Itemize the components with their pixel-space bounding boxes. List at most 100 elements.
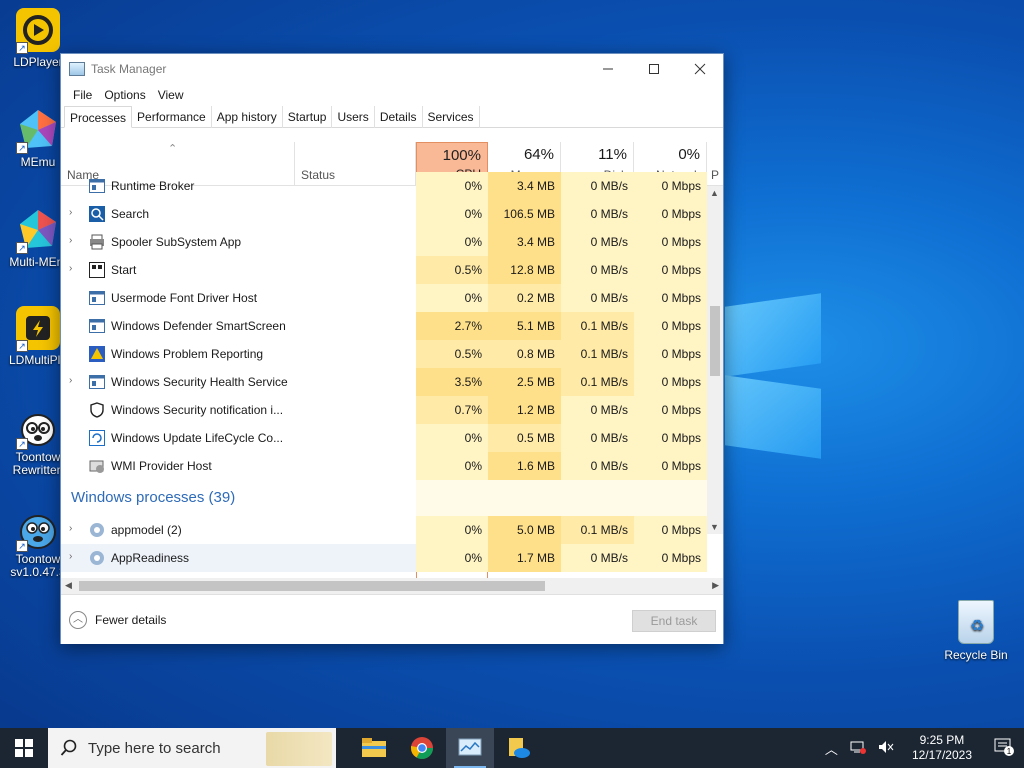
memory-value: 1.2 MB xyxy=(488,396,561,424)
horizontal-scrollbar[interactable]: ◀ ▶ xyxy=(61,578,723,594)
fewer-details-button[interactable]: ︿ Fewer details xyxy=(69,611,166,629)
table-row[interactable]: › Spooler SubSystem App 0% 3.4 MB 0 MB/s 0 Mb… xyxy=(61,228,707,256)
menu-file[interactable]: File xyxy=(67,88,98,102)
window-footer: ︿ Fewer details End task xyxy=(61,594,723,644)
table-row[interactable]: › Search 0% 106.5 MB 0 MB/s 0 Mbps xyxy=(61,200,707,228)
table-row[interactable]: Windows Update LifeCycle Co... 0% 0.5 MB 0 … xyxy=(61,424,707,452)
taskbar-task-manager[interactable] xyxy=(446,728,494,768)
file-cloud-icon xyxy=(509,738,530,758)
group-header-row[interactable]: Windows processes (39) xyxy=(61,480,707,516)
ldplayer-icon: ↗ xyxy=(16,8,60,54)
taskbar-chrome[interactable] xyxy=(398,728,446,768)
shortcut-arrow-icon: ↗ xyxy=(16,340,28,352)
desktop-icon-recycle-bin[interactable]: ♻ Recycle Bin xyxy=(944,600,1008,662)
close-button[interactable] xyxy=(677,54,723,84)
tab-app-history[interactable]: App history xyxy=(212,106,283,128)
task-manager-icon xyxy=(69,62,85,76)
disk-total-percent: 11% xyxy=(598,146,627,163)
table-row[interactable]: › Windows Security Health Service 3.5% 2.5 … xyxy=(61,368,707,396)
taskbar-file-explorer[interactable] xyxy=(350,728,398,768)
expand-chevron-icon[interactable]: › xyxy=(69,235,72,246)
memory-value: 0.2 MB xyxy=(488,284,561,312)
vertical-scroll-thumb[interactable] xyxy=(710,306,720,376)
menu-options[interactable]: Options xyxy=(98,88,151,102)
table-row[interactable]: › AppReadiness 0% 1.7 MB 0 MB/s 0 Mbps xyxy=(61,544,707,572)
maximize-button[interactable] xyxy=(631,54,677,84)
table-row[interactable]: WMI Provider Host 0% 1.6 MB 0 MB/s 0 Mbps xyxy=(61,452,707,480)
process-name: Runtime Broker xyxy=(111,179,195,193)
process-name: Spooler SubSystem App xyxy=(111,235,242,249)
process-icon xyxy=(89,458,105,474)
chrome-icon xyxy=(411,737,433,759)
vertical-scrollbar[interactable]: ▲ ▼ xyxy=(707,186,723,534)
table-row[interactable]: Windows Problem Reporting 0.5% 0.8 MB 0.1 M… xyxy=(61,340,707,368)
network-icon[interactable] xyxy=(844,740,872,757)
tab-performance[interactable]: Performance xyxy=(132,106,212,128)
svg-text:1: 1 xyxy=(1007,747,1012,756)
expand-chevron-icon[interactable]: › xyxy=(69,523,72,534)
recycle-bin-icon: ♻ xyxy=(958,600,994,644)
expand-chevron-icon[interactable]: › xyxy=(69,263,72,274)
tab-users[interactable]: Users xyxy=(332,106,375,128)
memory-value: 5.0 MB xyxy=(488,516,561,544)
table-row[interactable]: Runtime Broker 0% 3.4 MB 0 MB/s 0 Mbps xyxy=(61,172,707,200)
table-row[interactable]: Usermode Font Driver Host 0% 0.2 MB 0 MB/s 0… xyxy=(61,284,707,312)
process-icon xyxy=(89,318,105,334)
process-name: Start xyxy=(111,263,137,277)
menu-view[interactable]: View xyxy=(152,88,190,102)
network-value: 0 Mbps xyxy=(634,284,707,312)
disk-value: 0 MB/s xyxy=(561,200,634,228)
cpu-value: 0% xyxy=(416,516,488,544)
horizontal-scroll-thumb[interactable] xyxy=(79,581,545,591)
volume-muted-icon[interactable] xyxy=(872,740,900,757)
tab-details[interactable]: Details xyxy=(375,106,423,128)
table-row[interactable]: Windows Defender SmartScreen 2.7% 5.1 MB 0.… xyxy=(61,312,707,340)
network-total-percent: 0% xyxy=(678,146,700,163)
process-name: Windows Update LifeCycle Co... xyxy=(111,431,284,445)
cpu-value: 2.7% xyxy=(416,312,488,340)
end-task-button[interactable]: End task xyxy=(632,610,716,632)
tab-services[interactable]: Services xyxy=(423,106,480,128)
action-center-button[interactable]: 1 xyxy=(984,738,1024,759)
network-value: 0 Mbps xyxy=(634,228,707,256)
expand-chevron-icon[interactable]: › xyxy=(69,375,72,386)
disk-value: 0 MB/s xyxy=(561,256,634,284)
network-value: 0 Mbps xyxy=(634,172,707,200)
shortcut-arrow-icon: ↗ xyxy=(16,438,28,450)
process-name: Usermode Font Driver Host xyxy=(111,291,258,305)
scroll-down-icon[interactable]: ▼ xyxy=(710,522,719,532)
start-button[interactable] xyxy=(0,728,48,768)
multi-memu-icon: ↗ xyxy=(16,208,60,254)
system-tray: ︿ 9:25 PM 12/17/2023 1 xyxy=(819,728,1024,768)
title-bar[interactable]: Task Manager xyxy=(61,54,723,84)
table-row[interactable]: › Start 0.5% 12.8 MB 0 MB/s 0 Mbps xyxy=(61,256,707,284)
expand-chevron-icon[interactable]: › xyxy=(69,551,72,562)
memory-value: 0.8 MB xyxy=(488,340,561,368)
process-name: Windows Defender SmartScreen xyxy=(111,319,286,333)
process-icon xyxy=(89,262,105,278)
recycle-bin-label: Recycle Bin xyxy=(944,648,1008,662)
disk-value: 0.1 MB/s xyxy=(561,368,634,396)
table-row[interactable]: › appmodel (2) 0% 5.0 MB 0.1 MB/s 0 Mbps xyxy=(61,516,707,544)
scroll-up-icon[interactable]: ▲ xyxy=(710,188,719,198)
column-header-power[interactable]: P xyxy=(707,142,723,186)
taskbar-clock[interactable]: 9:25 PM 12/17/2023 xyxy=(900,733,984,763)
chevron-up-icon[interactable]: ︿ xyxy=(819,739,844,758)
scroll-right-icon[interactable]: ▶ xyxy=(712,580,719,591)
svg-text:♻: ♻ xyxy=(970,618,984,635)
process-icon xyxy=(89,346,105,362)
toontown-icon: ↗ xyxy=(16,404,60,450)
memu-icon: ↗ xyxy=(16,108,60,154)
disk-value: 0 MB/s xyxy=(561,452,634,480)
scroll-left-icon[interactable]: ◀ xyxy=(65,580,72,591)
minimize-button[interactable] xyxy=(585,54,631,84)
tab-startup[interactable]: Startup xyxy=(283,106,333,128)
taskbar-search-box[interactable]: Type here to search xyxy=(48,728,336,768)
memory-value: 0.5 MB xyxy=(488,424,561,452)
tab-processes[interactable]: Processes xyxy=(64,106,133,128)
table-row[interactable]: Windows Security notification i... 0.7% 1.… xyxy=(61,396,707,424)
expand-chevron-icon[interactable]: › xyxy=(69,207,72,218)
taskbar-app[interactable] xyxy=(494,728,542,768)
shortcut-arrow-icon: ↗ xyxy=(16,540,28,552)
memory-value: 1.6 MB xyxy=(488,452,561,480)
